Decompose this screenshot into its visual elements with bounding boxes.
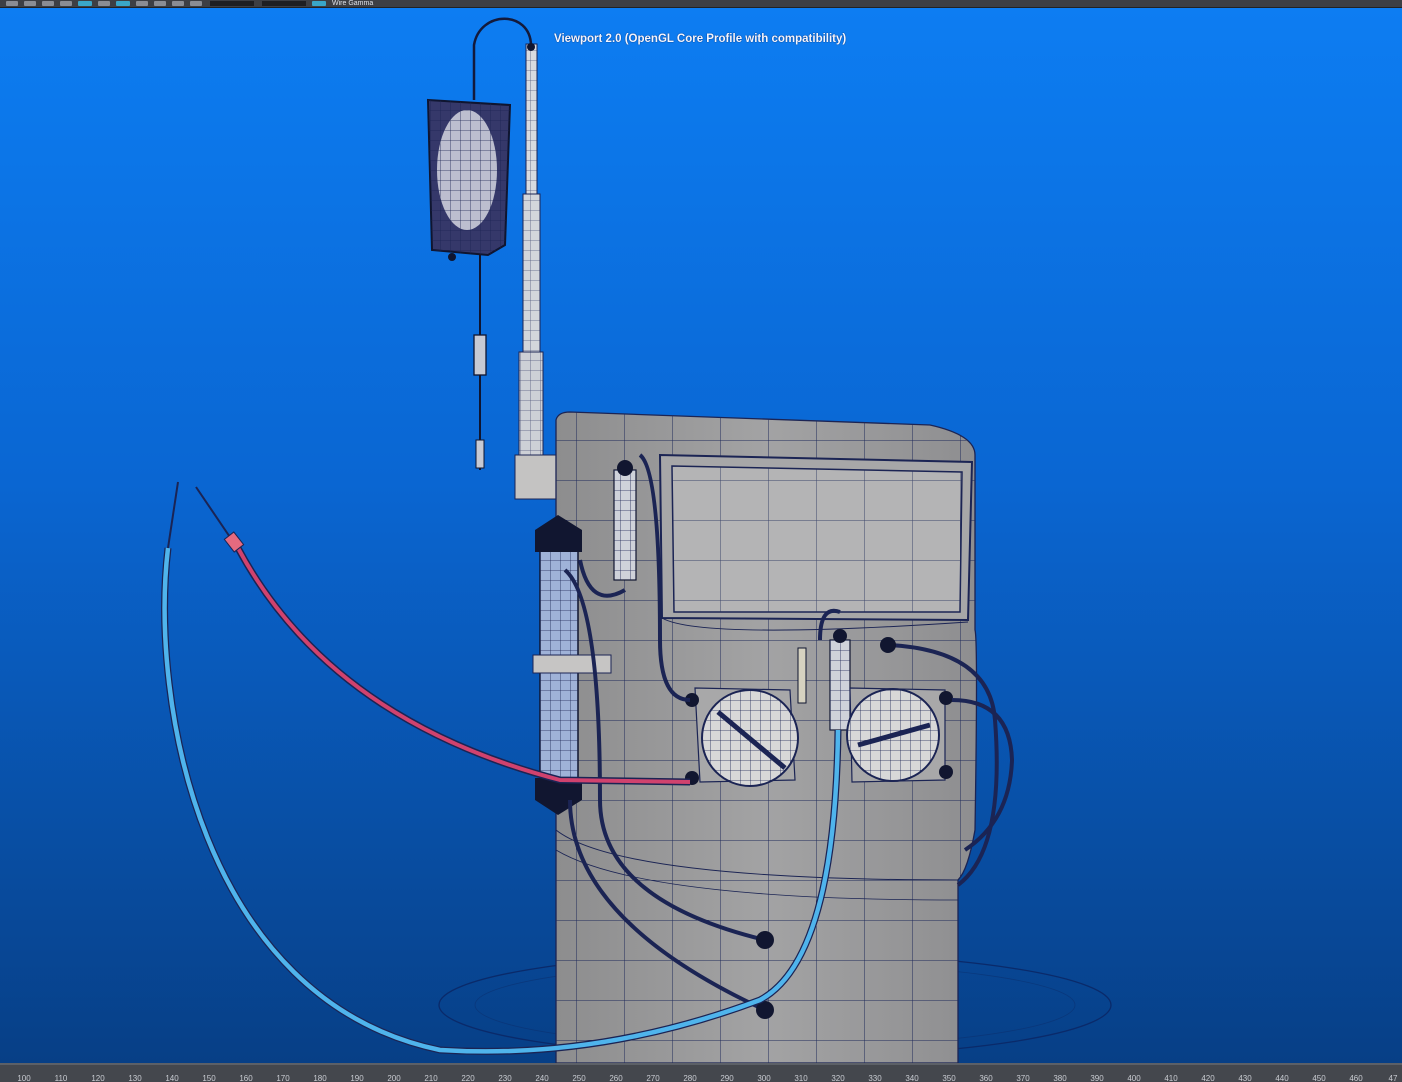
- timeline-tick-label: 180: [313, 1074, 327, 1082]
- timeline-tick-label: 400: [1127, 1074, 1141, 1082]
- timeline-tick-label: 120: [91, 1074, 105, 1082]
- tube-connector: [756, 931, 774, 949]
- timeline-tick-label: 110: [54, 1074, 68, 1082]
- iv-bag: [426, 98, 512, 470]
- timeline-tick-label: 390: [1090, 1074, 1104, 1082]
- timeline-tick-label: 330: [868, 1074, 882, 1082]
- move-icon[interactable]: [24, 1, 36, 6]
- lights-icon[interactable]: [154, 1, 166, 6]
- timeline-tick-label: 220: [461, 1074, 475, 1082]
- timeline-tick-label: 140: [165, 1074, 179, 1082]
- select-icon[interactable]: [6, 1, 18, 6]
- timeline-tick-label: 310: [794, 1074, 808, 1082]
- timeline-tick-label: 280: [683, 1074, 697, 1082]
- display-screen: [658, 453, 974, 631]
- timeline-tick-label: 410: [1164, 1074, 1178, 1082]
- timeline-tick-label: 320: [831, 1074, 845, 1082]
- timeline-tick-label: 360: [979, 1074, 993, 1082]
- gamma-field[interactable]: [262, 1, 306, 6]
- timeline-tick-label: 130: [128, 1074, 142, 1082]
- timeline-tick-label: 240: [535, 1074, 549, 1082]
- scale-icon[interactable]: [60, 1, 72, 6]
- drip-chamber-center: [829, 629, 851, 731]
- timeline-tick-label: 350: [942, 1074, 956, 1082]
- shaded-icon[interactable]: [136, 1, 148, 6]
- timeline-tick-label: 380: [1053, 1074, 1067, 1082]
- timeline-tick-label: 260: [609, 1074, 623, 1082]
- timeline-tick-label: 150: [202, 1074, 216, 1082]
- timeline-tick-label: 160: [239, 1074, 253, 1082]
- dialysis-machine-model[interactable]: [0, 8, 1402, 1063]
- time-slider[interactable]: 100 110 120 130 140 150 160 170 180 190 200 210 220 2…: [0, 1063, 1402, 1082]
- timeline-tick-label: 100: [17, 1074, 31, 1082]
- timeline-tick-label: 430: [1238, 1074, 1252, 1082]
- timeline-tick-label: 450: [1312, 1074, 1326, 1082]
- blood-pump-right: [846, 687, 953, 783]
- timeline-tick-label: 440: [1275, 1074, 1289, 1082]
- iv-pole: [472, 17, 566, 500]
- timeline-tick-label: 300: [757, 1074, 771, 1082]
- rotate-icon[interactable]: [42, 1, 54, 6]
- wireframe-icon[interactable]: [116, 1, 130, 6]
- color-management-icon[interactable]: [312, 1, 326, 6]
- blood-pump-left: [685, 687, 799, 787]
- grid-icon[interactable]: [98, 1, 110, 6]
- timeline-tick-label: 250: [572, 1074, 586, 1082]
- timeline-tick-label: 420: [1201, 1074, 1215, 1082]
- texture-icon[interactable]: [172, 1, 184, 6]
- timeline-tick-label: 370: [1016, 1074, 1030, 1082]
- timeline-tick-label: 210: [424, 1074, 438, 1082]
- 3d-viewport[interactable]: Viewport 2.0 (OpenGL Core Profile with c…: [0, 8, 1402, 1063]
- timeline-tick-label: 200: [387, 1074, 401, 1082]
- timeline-tick-label: 460: [1349, 1074, 1363, 1082]
- viewport-toolbar: Wire Gamma: [0, 0, 1402, 8]
- exposure-field[interactable]: [210, 1, 254, 6]
- timeline-tick-label: 47: [1388, 1074, 1398, 1082]
- timeline-tick-label: 270: [646, 1074, 660, 1082]
- tube-connector: [880, 637, 896, 653]
- timeline-tick-label: 230: [498, 1074, 512, 1082]
- timeline-tick-label: 190: [350, 1074, 364, 1082]
- camera-icon[interactable]: [78, 1, 92, 6]
- isolate-icon[interactable]: [190, 1, 202, 6]
- camera-label: Wire Gamma: [332, 0, 374, 7]
- timeline-tick-label: 290: [720, 1074, 734, 1082]
- drip-chamber-top: [613, 460, 637, 581]
- timeline-tick-label: 170: [276, 1074, 290, 1082]
- syringe: [797, 647, 807, 704]
- timeline-tick-label: 340: [905, 1074, 919, 1082]
